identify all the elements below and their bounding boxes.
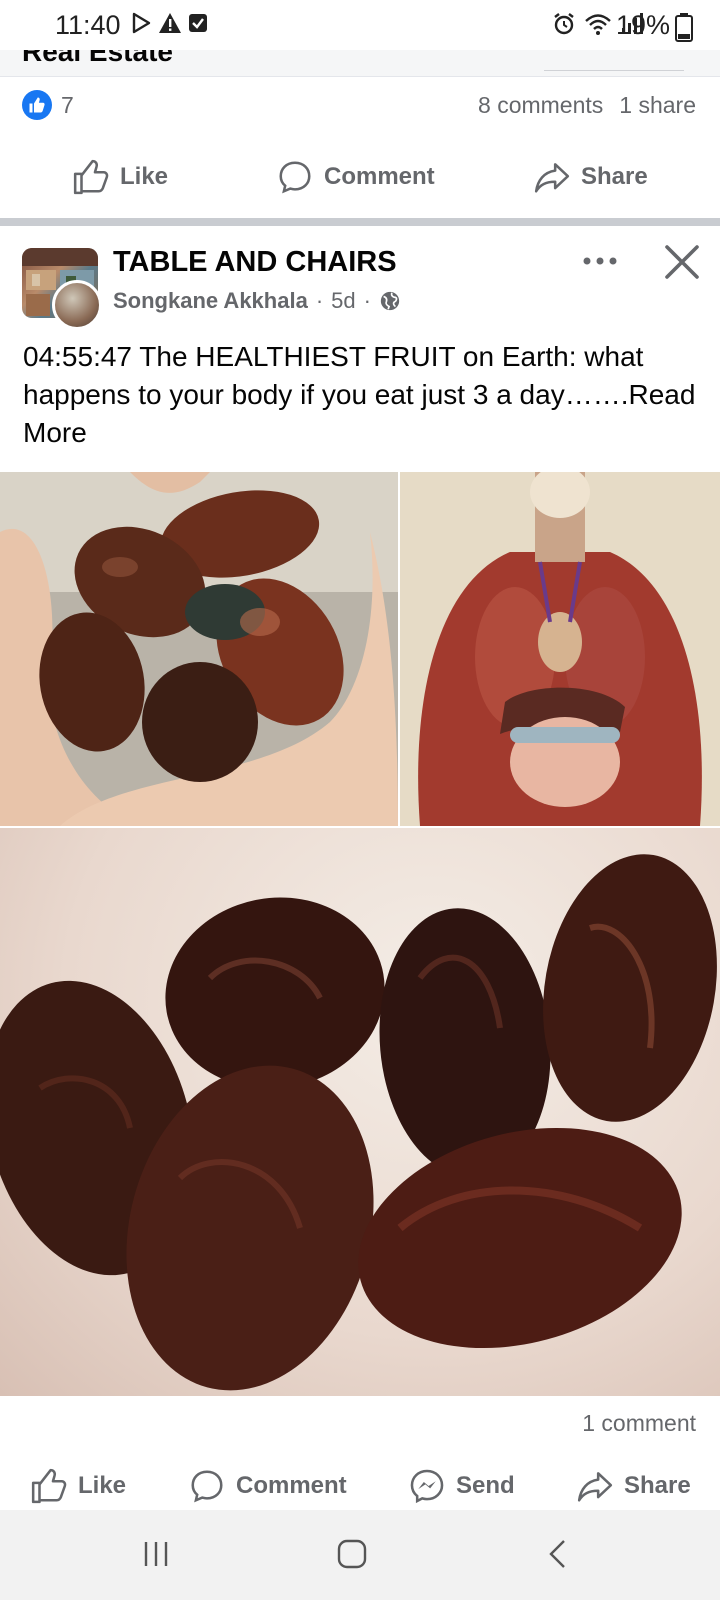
post-photo-dates-bowl[interactable] bbox=[0, 828, 720, 1396]
post-body-text: 04:55:47 The HEALTHIEST FRUIT on Earth: … bbox=[23, 341, 644, 410]
post-photo-anatomy-model[interactable] bbox=[400, 472, 720, 826]
battery-icon bbox=[675, 13, 693, 42]
home-icon bbox=[337, 1539, 367, 1569]
comment-icon bbox=[191, 1470, 223, 1503]
like-count[interactable]: 7 bbox=[61, 92, 74, 119]
post-comments-count[interactable]: 1 comment bbox=[582, 1410, 696, 1437]
status-left-icons bbox=[130, 12, 208, 34]
post-comment-label: Comment bbox=[236, 1472, 347, 1499]
post-send-label: Send bbox=[456, 1472, 515, 1499]
play-store-icon bbox=[132, 12, 151, 34]
meta-separator: · bbox=[315, 288, 324, 313]
share-label: Share bbox=[581, 163, 648, 190]
warning-icon bbox=[159, 13, 181, 33]
share-icon bbox=[577, 1472, 613, 1502]
post-send-button[interactable]: Send bbox=[408, 1467, 515, 1505]
post-comment-button[interactable]: Comment bbox=[188, 1467, 347, 1505]
post-actions: Like Comment Send Share bbox=[0, 1455, 720, 1515]
post-meta: Songkane Akkhala · 5d · bbox=[113, 288, 401, 314]
post-header: TABLE AND CHAIRS Songkane Akkhala · 5d · bbox=[0, 226, 720, 336]
shares-count[interactable]: 1 share bbox=[619, 92, 696, 119]
previous-post-header: Real Estate bbox=[0, 50, 720, 77]
comments-shares-counts: 8 comments 1 share bbox=[478, 92, 696, 119]
share-button[interactable]: Share bbox=[533, 158, 648, 196]
wifi-icon bbox=[585, 14, 611, 35]
battery-percent: 19% bbox=[615, 10, 670, 40]
recent-apps-button[interactable] bbox=[140, 1538, 172, 1575]
previous-post-link-box bbox=[544, 50, 684, 71]
post-photo-dates-in-hand[interactable] bbox=[0, 472, 398, 826]
system-navigation-bar bbox=[0, 1510, 720, 1600]
more-options-button[interactable] bbox=[580, 246, 620, 276]
reaction-summary[interactable]: 7 8 comments 1 share bbox=[0, 78, 720, 134]
post-share-button[interactable]: Share bbox=[576, 1467, 691, 1505]
globe-icon bbox=[380, 291, 400, 311]
hide-post-button[interactable] bbox=[662, 242, 702, 282]
close-icon bbox=[665, 245, 699, 279]
group-name[interactable]: TABLE AND CHAIRS bbox=[113, 246, 397, 279]
like-button[interactable]: Like bbox=[72, 158, 168, 196]
post-share-label: Share bbox=[624, 1472, 691, 1499]
comment-icon bbox=[279, 161, 311, 194]
comment-button[interactable]: Comment bbox=[276, 158, 435, 196]
thumbs-up-icon bbox=[31, 1468, 67, 1504]
recent-apps-icon bbox=[144, 1542, 168, 1566]
checkbox-icon bbox=[189, 14, 207, 32]
ellipsis-icon bbox=[583, 257, 617, 265]
comments-count[interactable]: 8 comments bbox=[478, 92, 603, 119]
author-name[interactable]: Songkane Akkhala bbox=[113, 288, 308, 314]
like-reaction-icon bbox=[22, 90, 52, 120]
comment-label: Comment bbox=[324, 163, 435, 190]
like-label: Like bbox=[120, 163, 169, 190]
home-button[interactable] bbox=[336, 1538, 368, 1575]
thumbs-up-icon bbox=[73, 159, 109, 195]
status-time: 11:40 bbox=[55, 10, 121, 40]
post-like-label: Like bbox=[78, 1472, 127, 1499]
alarm-icon bbox=[554, 13, 574, 35]
previous-post-actions: Like Comment Share bbox=[0, 140, 720, 214]
feed-separator bbox=[0, 218, 720, 226]
back-button[interactable] bbox=[542, 1538, 574, 1575]
previous-post-title: Real Estate bbox=[22, 50, 173, 67]
author-avatar[interactable] bbox=[52, 280, 102, 330]
post-time[interactable]: 5d bbox=[331, 288, 355, 314]
post-engagement-summary: 1 comment bbox=[0, 1398, 720, 1448]
post-like-button[interactable]: Like bbox=[30, 1467, 126, 1505]
status-bar: 11:40 19% bbox=[0, 0, 720, 50]
group-avatar[interactable] bbox=[22, 248, 102, 330]
share-icon bbox=[534, 163, 570, 193]
meta-separator: · bbox=[363, 288, 371, 313]
post-text: 04:55:47 The HEALTHIEST FRUIT on Earth: … bbox=[23, 338, 703, 452]
back-icon bbox=[549, 1540, 565, 1568]
messenger-icon bbox=[410, 1469, 444, 1504]
